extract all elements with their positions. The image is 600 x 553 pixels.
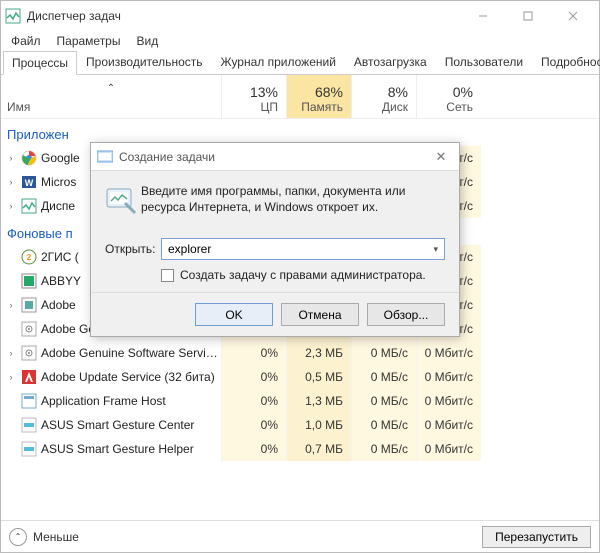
process-icon: [21, 441, 37, 457]
process-name: ASUS Smart Gesture Center: [41, 418, 221, 432]
open-label: Открыть:: [105, 242, 161, 256]
cell-net: 0 Мбит/с: [416, 437, 481, 461]
cell-mem: 1,0 МБ: [286, 413, 351, 437]
cell-mem: 2,3 МБ: [286, 341, 351, 365]
tab-details[interactable]: Подробности: [532, 50, 600, 74]
process-icon: [21, 369, 37, 385]
col-header-disk[interactable]: 8% Диск: [351, 75, 416, 118]
tab-startup[interactable]: Автозагрузка: [345, 50, 436, 74]
expand-chevron-icon[interactable]: ›: [5, 372, 17, 382]
expand-chevron-icon[interactable]: ›: [5, 300, 17, 310]
cell-cpu: 0%: [221, 437, 286, 461]
admin-checkbox[interactable]: [161, 269, 174, 282]
dialog-close-button[interactable]: ✕: [429, 149, 453, 165]
titlebar[interactable]: Диспетчер задач: [1, 1, 599, 31]
process-icon: [21, 273, 37, 289]
col-header-net[interactable]: 0% Сеть: [416, 75, 481, 118]
process-icon: [21, 321, 37, 337]
run-icon: [97, 149, 113, 165]
cell-mem: 0,7 МБ: [286, 437, 351, 461]
cell-cpu: 0%: [221, 389, 286, 413]
table-row[interactable]: Application Frame Host0%1,3 МБ0 МБ/с0 Мб…: [1, 389, 599, 413]
process-icon: [21, 297, 37, 313]
svg-text:W: W: [25, 178, 34, 188]
sort-indicator-icon: ⌃: [7, 83, 215, 100]
expand-chevron-icon[interactable]: ›: [5, 153, 17, 163]
tab-processes[interactable]: Процессы: [3, 51, 77, 75]
cell-cpu: 0%: [221, 365, 286, 389]
table-row[interactable]: ASUS Smart Gesture Center0%1,0 МБ0 МБ/с0…: [1, 413, 599, 437]
window-title: Диспетчер задач: [27, 9, 460, 23]
table-row[interactable]: ASUS Smart Gesture Helper0%0,7 МБ0 МБ/с0…: [1, 437, 599, 461]
cancel-button[interactable]: Отмена: [281, 303, 359, 326]
cell-net: 0 Мбит/с: [416, 413, 481, 437]
fewer-details-button[interactable]: ⌃ Меньше: [9, 528, 79, 546]
table-row[interactable]: ›Adobe Update Service (32 бита)0%0,5 МБ0…: [1, 365, 599, 389]
dialog-title: Создание задачи: [119, 150, 429, 164]
cell-mem: 0,5 МБ: [286, 365, 351, 389]
browse-button[interactable]: Обзор...: [367, 303, 445, 326]
col-header-cpu[interactable]: 13% ЦП: [221, 75, 286, 118]
cell-net: 0 Мбит/с: [416, 341, 481, 365]
process-name: Adobe Genuine Software Servic...: [41, 346, 221, 360]
col-header-name[interactable]: ⌃ Имя: [1, 75, 221, 118]
svg-text:2: 2: [27, 253, 32, 262]
process-icon: [21, 150, 37, 166]
cell-cpu: 0%: [221, 413, 286, 437]
open-value: explorer: [168, 242, 211, 256]
tab-apphistory[interactable]: Журнал приложений: [212, 50, 345, 74]
open-combobox[interactable]: explorer ▾: [161, 238, 445, 260]
tab-users[interactable]: Пользователи: [436, 50, 532, 74]
cell-net: 0 Мбит/с: [416, 365, 481, 389]
process-name: Adobe Update Service (32 бита): [41, 370, 221, 384]
maximize-button[interactable]: [505, 2, 550, 30]
process-icon: W: [21, 174, 37, 190]
admin-check-label: Создать задачу с правами администратора.: [180, 268, 426, 282]
chevron-up-icon: ⌃: [9, 528, 27, 546]
cell-net: 0 Мбит/с: [416, 389, 481, 413]
restart-button[interactable]: Перезапустить: [482, 526, 591, 548]
process-icon: [21, 393, 37, 409]
tab-performance[interactable]: Производительность: [77, 50, 211, 74]
process-icon: [21, 198, 37, 214]
cell-cpu: 0%: [221, 341, 286, 365]
chevron-down-icon: ▾: [433, 244, 438, 255]
create-task-dialog: Создание задачи ✕ Введите имя программы,…: [90, 142, 460, 337]
cell-disk: 0 МБ/с: [351, 341, 416, 365]
col-header-mem[interactable]: 68% Память: [286, 75, 351, 118]
menu-options[interactable]: Параметры: [49, 32, 129, 50]
footer: ⌃ Меньше Перезапустить: [1, 520, 599, 552]
expand-chevron-icon[interactable]: ›: [5, 177, 17, 187]
menubar: Файл Параметры Вид: [1, 31, 599, 51]
cell-disk: 0 МБ/с: [351, 365, 416, 389]
expand-chevron-icon[interactable]: ›: [5, 348, 17, 358]
cell-disk: 0 МБ/с: [351, 389, 416, 413]
table-row[interactable]: › Adobe Genuine Software Servic...0%2,3 М…: [1, 341, 599, 365]
expand-chevron-icon[interactable]: ›: [5, 201, 17, 211]
dialog-instruction: Введите имя программы, папки, документа …: [141, 183, 445, 222]
cell-disk: 0 МБ/с: [351, 437, 416, 461]
process-name: Application Frame Host: [41, 394, 221, 408]
dialog-big-icon: [105, 183, 141, 222]
menu-view[interactable]: Вид: [128, 32, 166, 50]
process-icon: 2: [21, 249, 37, 265]
process-icon: [21, 417, 37, 433]
tabbar: Процессы Производительность Журнал прило…: [1, 51, 599, 75]
close-button[interactable]: [550, 2, 595, 30]
ok-button[interactable]: OK: [195, 303, 273, 326]
dialog-titlebar[interactable]: Создание задачи ✕: [91, 143, 459, 171]
taskmgr-icon: [5, 8, 21, 24]
menu-file[interactable]: Файл: [3, 32, 49, 50]
cell-mem: 1,3 МБ: [286, 389, 351, 413]
process-name: ASUS Smart Gesture Helper: [41, 442, 221, 456]
process-icon: [21, 345, 37, 361]
cell-disk: 0 МБ/с: [351, 413, 416, 437]
column-headers: ⌃ Имя 13% ЦП 68% Память 8% Диск 0% Сеть: [1, 75, 599, 119]
minimize-button[interactable]: [460, 2, 505, 30]
